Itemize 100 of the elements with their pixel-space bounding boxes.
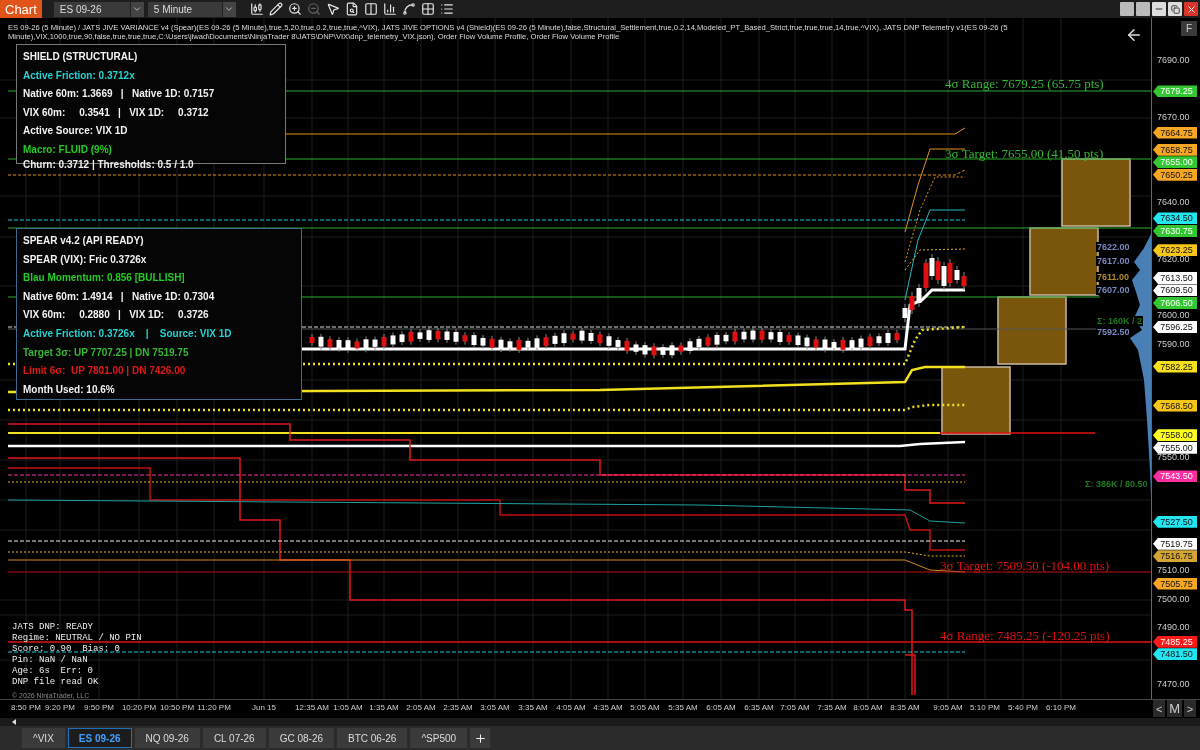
candle: [309, 333, 315, 347]
time-label: Jun 15: [252, 703, 276, 713]
candle: [840, 336, 846, 354]
candle: [750, 327, 756, 344]
candle: [615, 336, 621, 351]
time-label: 5:40 PM: [1008, 703, 1038, 713]
panel-text: SPEAR (VIX): Fric 0.3726x: [23, 252, 148, 267]
add-tab-icon[interactable]: [470, 728, 491, 748]
columns-icon[interactable]: [363, 2, 378, 16]
volume-label: 7617.00: [1096, 256, 1131, 266]
time-label: 8:50 PM: [11, 703, 41, 713]
range-box: [997, 296, 1067, 365]
panel-title: SPEAR v4.2 (API READY): [23, 234, 145, 248]
price-marker: 7623.25: [1153, 244, 1197, 257]
spline-icon[interactable]: [401, 2, 416, 16]
instrument-tab[interactable]: NQ 09-26: [134, 728, 200, 748]
candle: [354, 338, 360, 352]
panel-text: Native 60m: 1.4914 | Native 1D: 0.7304: [23, 289, 216, 304]
list-icon[interactable]: [439, 2, 454, 16]
telemetry-text: Pin: NaN / NaN: [12, 655, 89, 666]
time-label: 3:05 AM: [480, 703, 510, 713]
time-label: 11:20 PM: [197, 703, 231, 713]
time-label: 5:10 PM: [970, 703, 1000, 713]
price-marker: 7519.75: [1153, 537, 1197, 550]
telemetry-text: JATS DNP: READY: [12, 622, 94, 633]
time-label: 3:35 AM: [518, 703, 548, 713]
price-marker: 7505.75: [1153, 577, 1197, 590]
range-box: [941, 366, 1011, 435]
f-button[interactable]: F: [1181, 21, 1197, 36]
pointer-icon[interactable]: [325, 2, 340, 16]
scroll-control[interactable]: >: [1184, 700, 1196, 718]
minimize-icon[interactable]: [1152, 2, 1166, 16]
price-tick: 7490.00: [1157, 622, 1190, 633]
time-label: 5:05 AM: [630, 703, 660, 713]
candle: [390, 331, 396, 348]
scroll-control[interactable]: <: [1153, 700, 1166, 718]
candle: [462, 331, 468, 346]
candle: [471, 331, 477, 349]
time-label: 7:05 AM: [780, 703, 810, 713]
instrument-tab[interactable]: CL 07-26: [202, 728, 266, 748]
candle: [525, 337, 531, 352]
candle: [327, 335, 333, 351]
zoom-in-icon[interactable]: [287, 2, 302, 16]
candle: [885, 329, 891, 347]
candle: [516, 336, 522, 354]
instrument-tab[interactable]: GC 08-26: [268, 728, 334, 748]
candle: [651, 342, 657, 359]
price-marker: 7630.75: [1153, 224, 1197, 237]
instrument-tab[interactable]: BTC 06-26: [337, 728, 408, 748]
price-marker: 7650.25: [1153, 168, 1197, 181]
instrument-dropdown[interactable]: ES 09-26: [53, 1, 144, 17]
time-label: 1:05 AM: [333, 703, 363, 713]
grid-icon[interactable]: [420, 2, 435, 16]
pencil-icon[interactable]: [268, 2, 283, 16]
price-marker: 7516.75: [1153, 550, 1197, 563]
price-marker: 7664.75: [1153, 126, 1197, 139]
price-marker: 7558.00: [1153, 429, 1197, 442]
candlestick-icon[interactable]: [249, 2, 264, 16]
candle: [768, 328, 774, 343]
price-tick: 7470.00: [1157, 678, 1190, 689]
time-label: 5:35 AM: [668, 703, 698, 713]
candle: [732, 328, 738, 346]
panel-text: Target 3σ: UP 7707.25 | DN 7519.75: [23, 345, 190, 360]
time-label: 9:20 PM: [45, 703, 75, 713]
price-tick: 7640.00: [1157, 196, 1190, 207]
candle: [336, 336, 342, 353]
candle: [687, 337, 693, 355]
candle: [741, 328, 747, 343]
candle: [579, 327, 585, 345]
candle: [723, 331, 729, 345]
time-label: 6:05 AM: [706, 703, 736, 713]
bar-chart-icon[interactable]: [382, 2, 397, 16]
instrument-tab[interactable]: ^SP500: [410, 728, 468, 748]
time-label: 6:10 PM: [1046, 703, 1076, 713]
price-marker: 7606.50: [1153, 296, 1197, 309]
price-marker: 7481.50: [1153, 648, 1197, 661]
candle: [561, 329, 567, 347]
restore-icon[interactable]: [1168, 2, 1182, 16]
candle: [507, 337, 513, 353]
instrument-tab[interactable]: ^VIX: [22, 728, 65, 748]
telemetry-text: Regime: NEUTRAL / NO PIN: [12, 633, 142, 644]
time-label: 2:05 AM: [406, 703, 436, 713]
price-marker: 7658.75: [1153, 143, 1197, 156]
candle: [318, 333, 324, 351]
candle: [831, 338, 837, 352]
candle: [552, 332, 558, 348]
candle: [498, 336, 504, 353]
file-search-icon[interactable]: [344, 2, 359, 16]
panel-text: Month Used: 10.6%: [23, 382, 116, 397]
candle: [480, 334, 486, 350]
price-tick: 7690.00: [1157, 55, 1190, 65]
scroll-control[interactable]: M: [1167, 700, 1182, 718]
close-icon[interactable]: [1184, 2, 1198, 16]
candle: [543, 333, 549, 350]
price-tick: 7500.00: [1157, 593, 1190, 604]
instrument-tab[interactable]: ES 09-26: [67, 728, 132, 748]
time-label: 1:35 AM: [369, 703, 399, 713]
time-label: 9:50 PM: [84, 703, 114, 713]
interval-dropdown[interactable]: 5 Minute: [147, 1, 236, 17]
volume-label: Σ: 386K / 80.50: [1084, 479, 1149, 489]
